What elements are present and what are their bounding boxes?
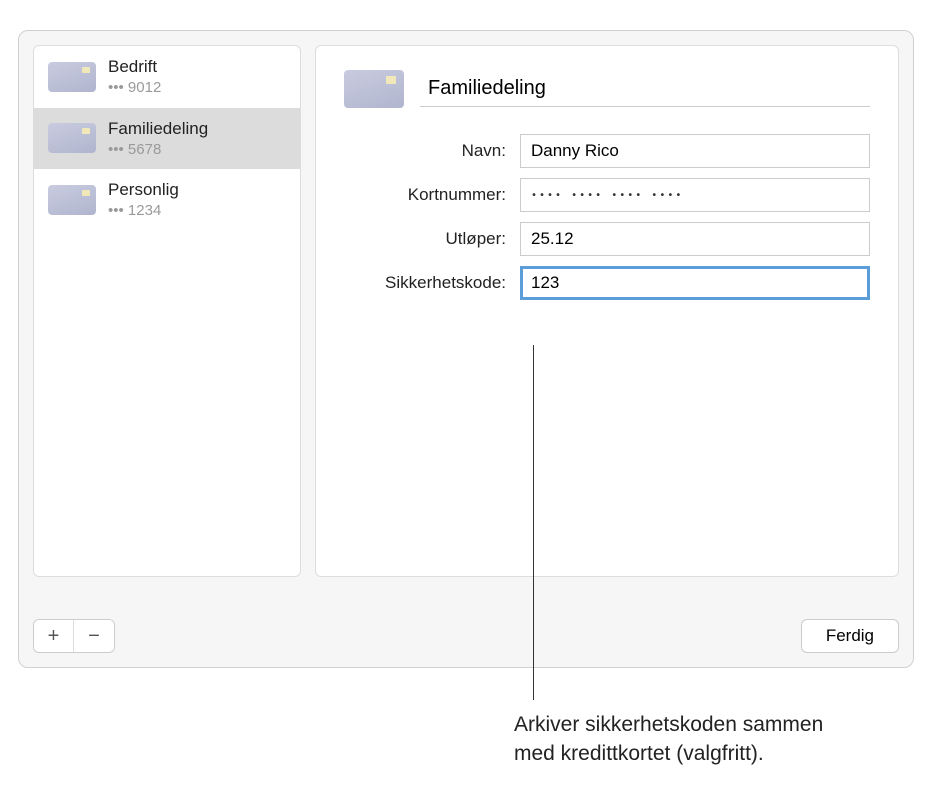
credit-card-icon	[48, 62, 96, 92]
security-code-input[interactable]	[520, 266, 870, 300]
remove-button[interactable]: −	[74, 620, 114, 652]
sidebar-item-title: Bedrift	[108, 56, 161, 78]
cardnumber-label: Kortnummer:	[344, 185, 520, 205]
name-input[interactable]	[520, 134, 870, 168]
credit-card-icon	[344, 70, 404, 108]
sidebar-item-bedrift[interactable]: Bedrift ••• 9012	[34, 46, 300, 108]
credit-card-window: Bedrift ••• 9012 Familiedeling ••• 5678 …	[18, 30, 914, 668]
card-title-row	[344, 70, 870, 108]
credit-card-icon	[48, 185, 96, 215]
sidebar-item-familiedeling[interactable]: Familiedeling ••• 5678	[34, 108, 300, 170]
expires-input[interactable]	[520, 222, 870, 256]
bottom-toolbar: + − Ferdig	[33, 619, 899, 653]
sidebar-item-sub: ••• 9012	[108, 78, 161, 98]
window-content: Bedrift ••• 9012 Familiedeling ••• 5678 …	[19, 31, 913, 591]
done-button[interactable]: Ferdig	[801, 619, 899, 653]
callout-leader-line	[533, 345, 534, 700]
add-remove-group: + −	[33, 619, 115, 653]
form-row-security: Sikkerhetskode:	[344, 266, 870, 300]
sidebar-item-text: Personlig ••• 1234	[108, 179, 179, 221]
sidebar-item-sub: ••• 5678	[108, 140, 208, 160]
sidebar-item-text: Bedrift ••• 9012	[108, 56, 161, 98]
add-button[interactable]: +	[34, 620, 74, 652]
expires-label: Utløper:	[344, 229, 520, 249]
card-title-input[interactable]	[420, 71, 870, 107]
form-row-expires: Utløper:	[344, 222, 870, 256]
sidebar-item-personlig[interactable]: Personlig ••• 1234	[34, 169, 300, 231]
card-detail-panel: Navn: Kortnummer: Utløper: Sikkerhetskod…	[315, 45, 899, 577]
callout-text: Arkiver sikkerhetskoden sammen med kredi…	[514, 710, 854, 769]
sidebar-item-title: Familiedeling	[108, 118, 208, 140]
form-row-cardnumber: Kortnummer:	[344, 178, 870, 212]
sidebar-item-sub: ••• 1234	[108, 201, 179, 221]
cardnumber-input[interactable]	[520, 178, 870, 212]
credit-card-icon	[48, 123, 96, 153]
sidebar-item-text: Familiedeling ••• 5678	[108, 118, 208, 160]
card-list-sidebar: Bedrift ••• 9012 Familiedeling ••• 5678 …	[33, 45, 301, 577]
security-label: Sikkerhetskode:	[344, 273, 520, 293]
name-label: Navn:	[344, 141, 520, 161]
sidebar-item-title: Personlig	[108, 179, 179, 201]
form-row-name: Navn:	[344, 134, 870, 168]
